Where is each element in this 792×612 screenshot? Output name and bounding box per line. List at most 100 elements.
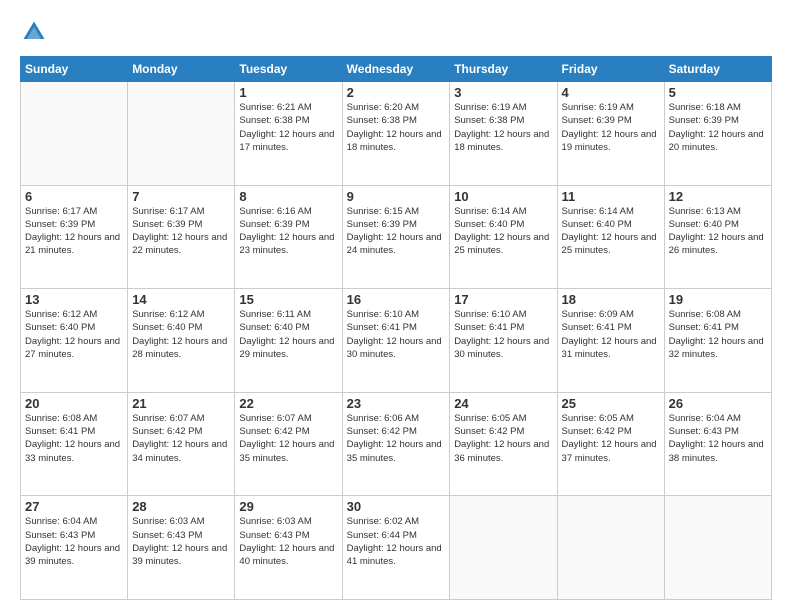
day-info: Sunrise: 6:11 AMSunset: 6:40 PMDaylight:…: [239, 308, 337, 361]
day-info: Sunrise: 6:06 AMSunset: 6:42 PMDaylight:…: [347, 412, 446, 465]
calendar-cell: 15Sunrise: 6:11 AMSunset: 6:40 PMDayligh…: [235, 289, 342, 393]
day-number: 25: [562, 396, 660, 411]
day-info: Sunrise: 6:21 AMSunset: 6:38 PMDaylight:…: [239, 101, 337, 154]
day-number: 22: [239, 396, 337, 411]
day-number: 29: [239, 499, 337, 514]
day-info: Sunrise: 6:10 AMSunset: 6:41 PMDaylight:…: [454, 308, 552, 361]
day-number: 12: [669, 189, 767, 204]
week-row-3: 13Sunrise: 6:12 AMSunset: 6:40 PMDayligh…: [21, 289, 772, 393]
logo: [20, 18, 52, 46]
day-info: Sunrise: 6:19 AMSunset: 6:38 PMDaylight:…: [454, 101, 552, 154]
calendar-cell: 16Sunrise: 6:10 AMSunset: 6:41 PMDayligh…: [342, 289, 450, 393]
day-info: Sunrise: 6:14 AMSunset: 6:40 PMDaylight:…: [454, 205, 552, 258]
calendar-cell: [450, 496, 557, 600]
calendar-cell: 28Sunrise: 6:03 AMSunset: 6:43 PMDayligh…: [128, 496, 235, 600]
day-number: 20: [25, 396, 123, 411]
day-info: Sunrise: 6:20 AMSunset: 6:38 PMDaylight:…: [347, 101, 446, 154]
day-number: 24: [454, 396, 552, 411]
day-header-thursday: Thursday: [450, 57, 557, 82]
day-number: 5: [669, 85, 767, 100]
day-info: Sunrise: 6:07 AMSunset: 6:42 PMDaylight:…: [132, 412, 230, 465]
calendar-cell: 7Sunrise: 6:17 AMSunset: 6:39 PMDaylight…: [128, 185, 235, 289]
day-header-wednesday: Wednesday: [342, 57, 450, 82]
day-number: 28: [132, 499, 230, 514]
day-number: 4: [562, 85, 660, 100]
day-number: 21: [132, 396, 230, 411]
week-row-1: 1Sunrise: 6:21 AMSunset: 6:38 PMDaylight…: [21, 82, 772, 186]
day-number: 13: [25, 292, 123, 307]
calendar-cell: 21Sunrise: 6:07 AMSunset: 6:42 PMDayligh…: [128, 392, 235, 496]
day-info: Sunrise: 6:19 AMSunset: 6:39 PMDaylight:…: [562, 101, 660, 154]
day-number: 18: [562, 292, 660, 307]
calendar-cell: 8Sunrise: 6:16 AMSunset: 6:39 PMDaylight…: [235, 185, 342, 289]
day-number: 23: [347, 396, 446, 411]
calendar-cell: 14Sunrise: 6:12 AMSunset: 6:40 PMDayligh…: [128, 289, 235, 393]
calendar-cell: 13Sunrise: 6:12 AMSunset: 6:40 PMDayligh…: [21, 289, 128, 393]
logo-icon: [20, 18, 48, 46]
calendar-cell: 17Sunrise: 6:10 AMSunset: 6:41 PMDayligh…: [450, 289, 557, 393]
day-info: Sunrise: 6:10 AMSunset: 6:41 PMDaylight:…: [347, 308, 446, 361]
day-number: 1: [239, 85, 337, 100]
calendar-cell: 29Sunrise: 6:03 AMSunset: 6:43 PMDayligh…: [235, 496, 342, 600]
calendar-cell: 4Sunrise: 6:19 AMSunset: 6:39 PMDaylight…: [557, 82, 664, 186]
day-number: 19: [669, 292, 767, 307]
day-header-sunday: Sunday: [21, 57, 128, 82]
day-info: Sunrise: 6:08 AMSunset: 6:41 PMDaylight:…: [669, 308, 767, 361]
day-info: Sunrise: 6:07 AMSunset: 6:42 PMDaylight:…: [239, 412, 337, 465]
day-info: Sunrise: 6:16 AMSunset: 6:39 PMDaylight:…: [239, 205, 337, 258]
day-number: 2: [347, 85, 446, 100]
day-number: 15: [239, 292, 337, 307]
day-info: Sunrise: 6:08 AMSunset: 6:41 PMDaylight:…: [25, 412, 123, 465]
calendar-cell: 1Sunrise: 6:21 AMSunset: 6:38 PMDaylight…: [235, 82, 342, 186]
header-row: SundayMondayTuesdayWednesdayThursdayFrid…: [21, 57, 772, 82]
day-number: 9: [347, 189, 446, 204]
day-header-monday: Monday: [128, 57, 235, 82]
day-info: Sunrise: 6:05 AMSunset: 6:42 PMDaylight:…: [562, 412, 660, 465]
calendar-cell: 9Sunrise: 6:15 AMSunset: 6:39 PMDaylight…: [342, 185, 450, 289]
day-number: 7: [132, 189, 230, 204]
day-info: Sunrise: 6:02 AMSunset: 6:44 PMDaylight:…: [347, 515, 446, 568]
day-info: Sunrise: 6:12 AMSunset: 6:40 PMDaylight:…: [132, 308, 230, 361]
calendar-cell: 26Sunrise: 6:04 AMSunset: 6:43 PMDayligh…: [664, 392, 771, 496]
day-number: 17: [454, 292, 552, 307]
calendar-cell: 30Sunrise: 6:02 AMSunset: 6:44 PMDayligh…: [342, 496, 450, 600]
day-header-tuesday: Tuesday: [235, 57, 342, 82]
day-info: Sunrise: 6:12 AMSunset: 6:40 PMDaylight:…: [25, 308, 123, 361]
day-header-friday: Friday: [557, 57, 664, 82]
calendar-cell: 2Sunrise: 6:20 AMSunset: 6:38 PMDaylight…: [342, 82, 450, 186]
calendar-page: SundayMondayTuesdayWednesdayThursdayFrid…: [0, 0, 792, 612]
day-number: 27: [25, 499, 123, 514]
calendar-cell: 3Sunrise: 6:19 AMSunset: 6:38 PMDaylight…: [450, 82, 557, 186]
day-info: Sunrise: 6:03 AMSunset: 6:43 PMDaylight:…: [132, 515, 230, 568]
day-info: Sunrise: 6:09 AMSunset: 6:41 PMDaylight:…: [562, 308, 660, 361]
day-info: Sunrise: 6:04 AMSunset: 6:43 PMDaylight:…: [25, 515, 123, 568]
calendar-cell: [557, 496, 664, 600]
calendar-cell: [128, 82, 235, 186]
day-number: 3: [454, 85, 552, 100]
day-info: Sunrise: 6:17 AMSunset: 6:39 PMDaylight:…: [25, 205, 123, 258]
day-info: Sunrise: 6:03 AMSunset: 6:43 PMDaylight:…: [239, 515, 337, 568]
day-number: 26: [669, 396, 767, 411]
day-number: 30: [347, 499, 446, 514]
calendar-cell: 24Sunrise: 6:05 AMSunset: 6:42 PMDayligh…: [450, 392, 557, 496]
calendar-cell: 12Sunrise: 6:13 AMSunset: 6:40 PMDayligh…: [664, 185, 771, 289]
day-number: 11: [562, 189, 660, 204]
day-info: Sunrise: 6:05 AMSunset: 6:42 PMDaylight:…: [454, 412, 552, 465]
day-number: 8: [239, 189, 337, 204]
day-info: Sunrise: 6:04 AMSunset: 6:43 PMDaylight:…: [669, 412, 767, 465]
day-number: 16: [347, 292, 446, 307]
calendar-cell: [664, 496, 771, 600]
day-header-saturday: Saturday: [664, 57, 771, 82]
day-info: Sunrise: 6:17 AMSunset: 6:39 PMDaylight:…: [132, 205, 230, 258]
day-number: 10: [454, 189, 552, 204]
day-info: Sunrise: 6:14 AMSunset: 6:40 PMDaylight:…: [562, 205, 660, 258]
calendar-cell: 19Sunrise: 6:08 AMSunset: 6:41 PMDayligh…: [664, 289, 771, 393]
calendar-cell: 5Sunrise: 6:18 AMSunset: 6:39 PMDaylight…: [664, 82, 771, 186]
calendar-cell: 11Sunrise: 6:14 AMSunset: 6:40 PMDayligh…: [557, 185, 664, 289]
calendar-cell: 22Sunrise: 6:07 AMSunset: 6:42 PMDayligh…: [235, 392, 342, 496]
header: [20, 18, 772, 46]
week-row-4: 20Sunrise: 6:08 AMSunset: 6:41 PMDayligh…: [21, 392, 772, 496]
calendar-cell: 23Sunrise: 6:06 AMSunset: 6:42 PMDayligh…: [342, 392, 450, 496]
calendar-cell: 20Sunrise: 6:08 AMSunset: 6:41 PMDayligh…: [21, 392, 128, 496]
calendar-cell: 18Sunrise: 6:09 AMSunset: 6:41 PMDayligh…: [557, 289, 664, 393]
